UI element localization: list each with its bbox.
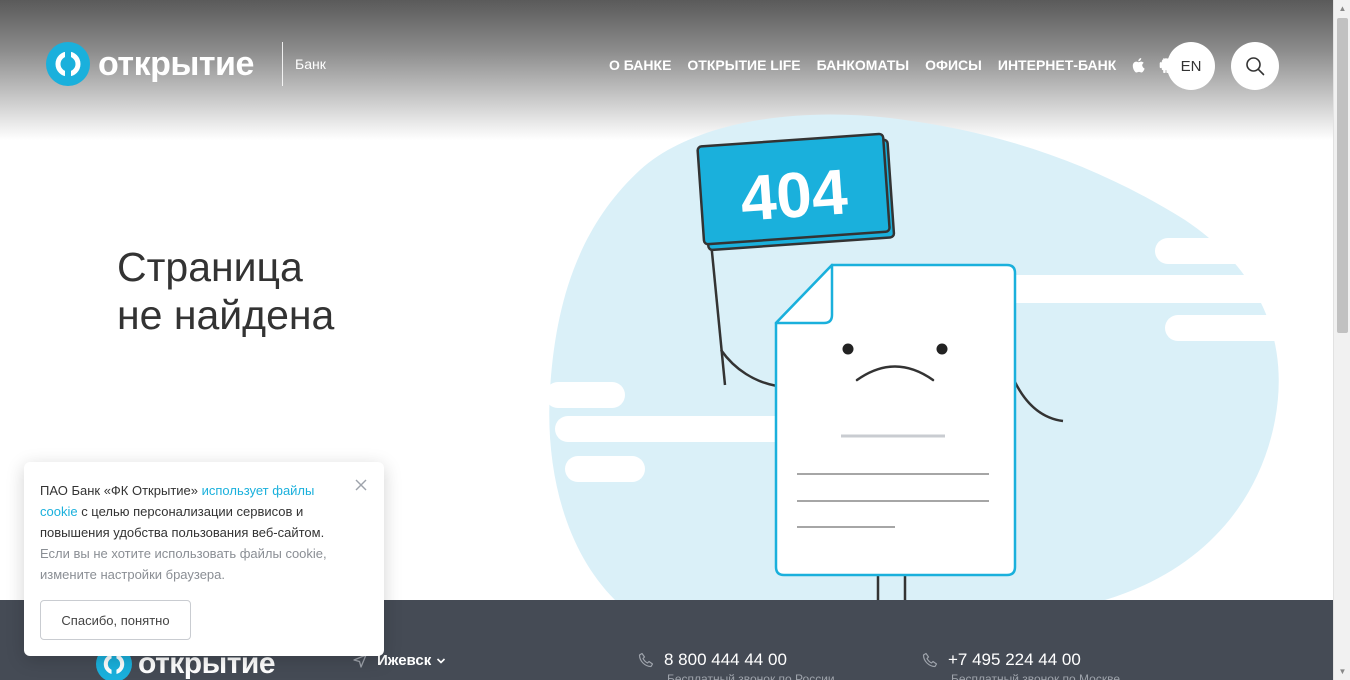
page-title-line2: не найдена — [117, 292, 335, 338]
flag-404: 404 — [696, 132, 896, 252]
logo-subtitle: Банк — [295, 56, 326, 72]
phone-icon — [922, 652, 938, 668]
cookie-text: ПАО Банк «ФК Открытие» использует файлы … — [40, 480, 340, 585]
logo-mark-icon — [46, 42, 90, 86]
city-name: Ижевск — [377, 652, 432, 669]
scroll-down-arrow-icon[interactable]: ▼ — [1334, 663, 1350, 680]
page-title: Страница не найдена — [117, 243, 334, 339]
phone-russia-number: 8 800 444 44 00 — [664, 650, 787, 669]
search-icon — [1246, 57, 1265, 76]
flag-404-text: 404 — [738, 155, 850, 234]
cookie-muted-text: Если вы не хотите использовать файлы coo… — [40, 546, 327, 582]
vertical-scrollbar[interactable]: ▲ ▼ — [1333, 0, 1350, 680]
cookie-text-suffix: с целью персонализации сервисов и повыше… — [40, 504, 325, 540]
page-title-line1: Страница — [117, 244, 303, 290]
search-button[interactable] — [1231, 42, 1279, 90]
nav-item-internet-bank[interactable]: ИНТЕРНЕТ-БАНК — [998, 57, 1116, 73]
right-eye — [936, 343, 948, 355]
nav-item-atms[interactable]: БАНКОМАТЫ — [817, 57, 910, 73]
cookie-notice: ПАО Банк «ФК Открытие» использует файлы … — [24, 462, 384, 656]
scrollbar-thumb[interactable] — [1337, 18, 1348, 333]
phone-russia[interactable]: 8 800 444 44 00 — [638, 650, 787, 670]
phone-icon — [638, 652, 654, 668]
phone-russia-caption: Бесплатный звонок по России — [667, 672, 835, 680]
page: открытие Банк О БАНКЕ ОТКРЫТИЕ LIFE БАНК… — [0, 0, 1333, 680]
nav-item-otkritie-life[interactable]: ОТКРЫТИЕ LIFE — [687, 57, 800, 73]
nav-item-offices[interactable]: ОФИСЫ — [925, 57, 982, 73]
bank-logo[interactable]: открытие — [46, 42, 254, 86]
main-nav: О БАНКЕ ОТКРЫТИЕ LIFE БАНКОМАТЫ ОФИСЫ ИН… — [609, 57, 1186, 73]
phone-moscow-caption: Бесплатный звонок по Москве — [951, 672, 1121, 680]
left-eye — [842, 343, 854, 355]
phone-moscow[interactable]: +7 495 224 44 00 — [922, 650, 1081, 670]
logo-divider — [282, 42, 283, 86]
apple-icon[interactable] — [1132, 57, 1146, 73]
cookie-accept-button[interactable]: Спасибо, понятно — [40, 600, 191, 640]
scroll-up-arrow-icon[interactable]: ▲ — [1334, 0, 1350, 17]
cookie-text-prefix: ПАО Банк «ФК Открытие» — [40, 483, 202, 498]
logo-wordmark: открытие — [98, 45, 254, 83]
not-found-illustration: 404 — [545, 114, 1333, 600]
chevron-down-icon — [437, 657, 446, 664]
nav-item-about[interactable]: О БАНКЕ — [609, 57, 671, 73]
close-icon[interactable] — [354, 478, 368, 492]
phone-moscow-number: +7 495 224 44 00 — [948, 650, 1081, 669]
language-button[interactable]: EN — [1167, 42, 1215, 90]
